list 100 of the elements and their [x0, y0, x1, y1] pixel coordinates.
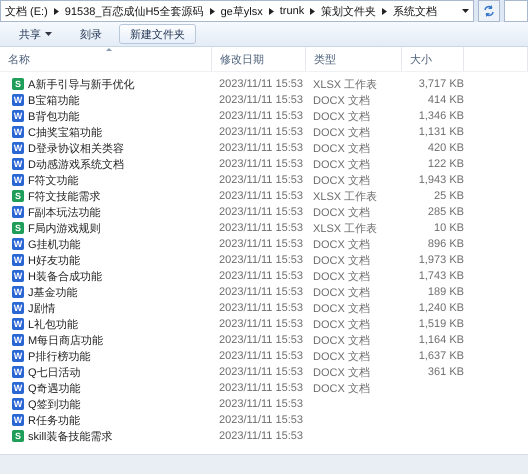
file-size: 1,743 KB [418, 270, 464, 282]
file-type: DOCX 文档 [313, 254, 370, 266]
file-type: DOCX 文档 [313, 334, 370, 346]
file-size: 1,519 KB [418, 318, 464, 330]
file-size: 896 KB [428, 238, 464, 250]
file-icon: W [12, 350, 24, 362]
file-size: 414 KB [428, 94, 464, 106]
file-name[interactable]: F符文技能需求 [28, 188, 101, 204]
file-size: 1,164 KB [418, 334, 464, 346]
modified-date: 2023/11/11 15:53 [219, 142, 304, 154]
modified-date: 2023/11/11 15:53 [219, 286, 304, 298]
file-icon: W [12, 158, 24, 170]
file-name[interactable]: J基金功能 [28, 284, 78, 300]
column-header[interactable]: 名称 [0, 47, 212, 71]
file-type: DOCX 文档 [313, 270, 370, 282]
modified-date: 2023/11/11 15:53 [219, 414, 304, 426]
chevron-icon[interactable] [382, 8, 388, 14]
modified-date: 2023/11/11 15:53 [219, 158, 304, 170]
modified-date: 2023/11/11 15:53 [219, 174, 304, 186]
file-size: 1,973 KB [418, 254, 464, 266]
file-size: 1,131 KB [418, 126, 464, 138]
breadcrumb[interactable]: 91538_百恋成仙H5全套源码 [64, 4, 204, 18]
chevron-icon[interactable] [310, 8, 316, 14]
breadcrumb[interactable]: 系统文档 [393, 4, 438, 18]
file-name[interactable]: R任务功能 [28, 412, 80, 428]
file-name[interactable]: C抽奖宝箱功能 [28, 124, 102, 140]
file-name[interactable]: B背包功能 [28, 108, 80, 124]
chevron-icon[interactable] [210, 8, 215, 14]
file-name[interactable]: F局内游戏规则 [28, 220, 101, 236]
column-header[interactable]: 类型 [306, 47, 402, 71]
file-name[interactable]: H好友功能 [28, 252, 80, 268]
file-name[interactable]: J剧情 [28, 300, 56, 316]
file-type: DOCX 文档 [313, 94, 370, 106]
file-size: 1,637 KB [418, 350, 464, 362]
file-name[interactable]: B宝箱功能 [28, 92, 80, 108]
file-type: DOCX 文档 [313, 350, 370, 362]
toolbar-button[interactable]: 新建文件夹 [119, 24, 196, 44]
modified-date: 2023/11/11 15:53 [219, 94, 304, 106]
refresh-icon [483, 5, 495, 17]
file-type: DOCX 文档 [313, 174, 370, 186]
file-icon: S [12, 430, 24, 442]
file-type: DOCX 文档 [313, 142, 370, 154]
toolbar-button[interactable]: 刻录 [69, 24, 113, 44]
dropdown-icon[interactable] [462, 9, 469, 13]
file-size: 189 KB [428, 286, 464, 298]
breadcrumb[interactable]: 文档 (E:) [5, 4, 48, 18]
modified-date: 2023/11/11 15:53 [219, 398, 304, 410]
file-size: 3,717 KB [418, 78, 464, 90]
file-name[interactable]: P排行榜功能 [28, 348, 90, 364]
modified-date: 2023/11/11 15:53 [219, 382, 304, 394]
file-name[interactable]: D动感游戏系统文档 [28, 156, 124, 172]
file-icon: W [12, 110, 24, 122]
file-icon: S [12, 78, 24, 90]
file-icon: W [12, 142, 24, 154]
file-name[interactable]: F副本玩法功能 [28, 204, 101, 220]
modified-date: 2023/11/11 15:53 [219, 350, 304, 362]
file-name[interactable]: Q七日活动 [28, 364, 81, 380]
refresh-button[interactable] [478, 0, 500, 22]
file-name[interactable]: L礼包功能 [28, 316, 78, 332]
address-bar[interactable]: 文档 (E:) 91538_百恋成仙H5全套源码 ge草ylsx trunk 策划文件夹 系统文档 [0, 0, 474, 22]
file-name[interactable]: F符文功能 [28, 172, 79, 188]
file-icon: W [12, 366, 24, 378]
modified-date: 2023/11/11 15:53 [219, 270, 304, 282]
file-type: DOCX 文档 [313, 286, 370, 298]
modified-date: 2023/11/11 15:53 [219, 334, 304, 346]
file-icon: W [12, 126, 24, 138]
breadcrumb[interactable]: trunk [280, 5, 304, 17]
file-name[interactable]: Q签到功能 [28, 396, 81, 412]
toolbar-button[interactable]: 共享 [8, 24, 63, 44]
modified-date: 2023/11/11 15:53 [219, 318, 304, 330]
file-type: DOCX 文档 [313, 238, 370, 250]
file-type: DOCX 文档 [313, 366, 370, 378]
search-field[interactable] [504, 0, 528, 22]
column-header[interactable]: 大小 [402, 47, 464, 71]
file-name[interactable]: D登录协议相关类容 [28, 140, 124, 156]
file-name[interactable]: M每日商店功能 [28, 332, 104, 348]
breadcrumb[interactable]: ge草ylsx [220, 4, 263, 18]
file-icon: W [12, 382, 24, 394]
file-type: DOCX 文档 [313, 158, 370, 170]
file-type: DOCX 文档 [313, 318, 370, 330]
file-name[interactable]: Q奇遇功能 [28, 380, 81, 396]
chevron-icon[interactable] [54, 8, 59, 14]
file-name[interactable]: A新手引导与新手优化 [28, 76, 134, 92]
chevron-icon[interactable] [268, 8, 274, 14]
file-size: 1,346 KB [418, 110, 464, 122]
modified-date: 2023/11/11 15:53 [219, 110, 304, 122]
file-icon: S [12, 222, 24, 234]
breadcrumb[interactable]: 策划文件夹 [321, 4, 376, 18]
column-header[interactable]: 修改日期 [212, 47, 306, 71]
file-name[interactable]: H装备合成功能 [28, 268, 102, 284]
file-name[interactable]: G挂机功能 [28, 236, 81, 252]
file-icon: W [12, 174, 24, 186]
modified-date: 2023/11/11 15:53 [219, 190, 304, 202]
file-name[interactable]: skill装备技能需求 [28, 428, 112, 444]
file-size: 1,240 KB [418, 302, 464, 314]
file-icon: W [12, 398, 24, 410]
file-icon: W [12, 94, 24, 106]
modified-date: 2023/11/11 15:53 [219, 238, 304, 250]
file-icon: W [12, 270, 24, 282]
file-size: 420 KB [428, 142, 464, 154]
